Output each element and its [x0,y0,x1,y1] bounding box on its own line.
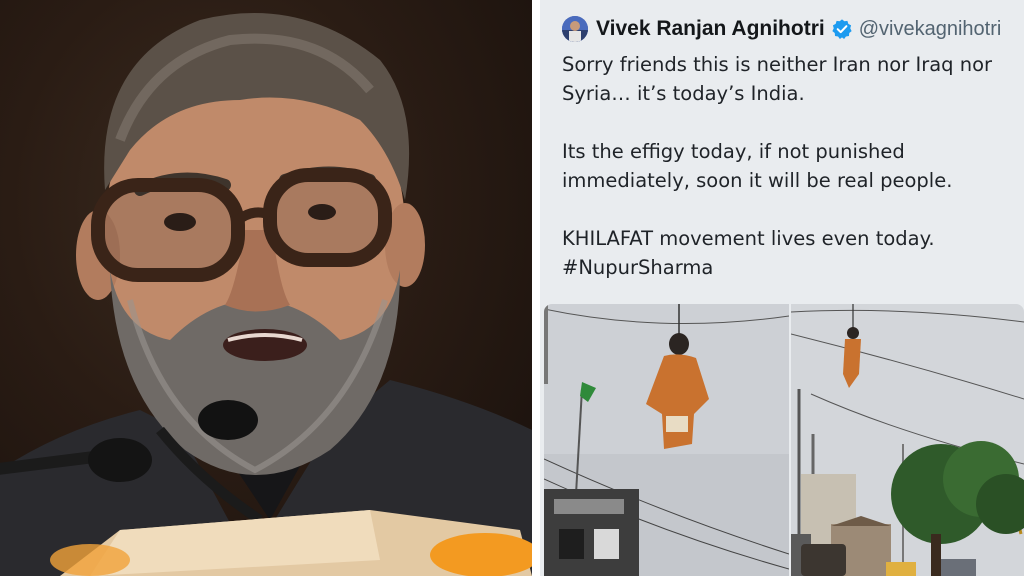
tweet-line: Its the effigy today, if not punished [562,140,905,163]
tweet-card[interactable]: Vivek Ranjan Agnihotri @vivekagnihotri S… [540,0,1024,576]
author-handle[interactable]: @vivekagnihotri [859,18,1002,41]
effigy-photo-1 [544,304,789,576]
tweet-paragraph: Sorry friends this is neither Iran nor I… [562,50,1012,108]
verified-badge-icon [832,19,852,39]
tweet-line: KHILAFAT movement lives even today. [562,227,935,250]
image-divider [532,0,540,576]
avatar-image [562,16,588,42]
tweet-paragraph: KHILAFAT movement lives even today. #Nup… [562,224,1012,282]
tweet-header: Vivek Ranjan Agnihotri @vivekagnihotri [562,14,1001,44]
tweet-line: immediately, soon it will be real people… [562,169,953,192]
tweet-media-2[interactable] [791,304,1024,576]
speaker-illustration [0,13,532,576]
tweet-text: Sorry friends this is neither Iran nor I… [562,50,1012,282]
tweet-media-1[interactable] [544,304,789,576]
tweet-line: Sorry friends this is neither Iran nor I… [562,53,993,76]
tweet-paragraph: Its the effigy today, if not punished im… [562,137,1012,195]
tweet-line: Syria… it’s today’s India. [562,82,805,105]
author-avatar[interactable] [562,16,588,42]
author-name[interactable]: Vivek Ranjan Agnihotri [596,17,825,41]
hashtag-link[interactable]: #NupurSharma [562,253,1012,282]
speaker-photo [0,0,532,576]
effigy-photo-2 [791,304,1024,576]
